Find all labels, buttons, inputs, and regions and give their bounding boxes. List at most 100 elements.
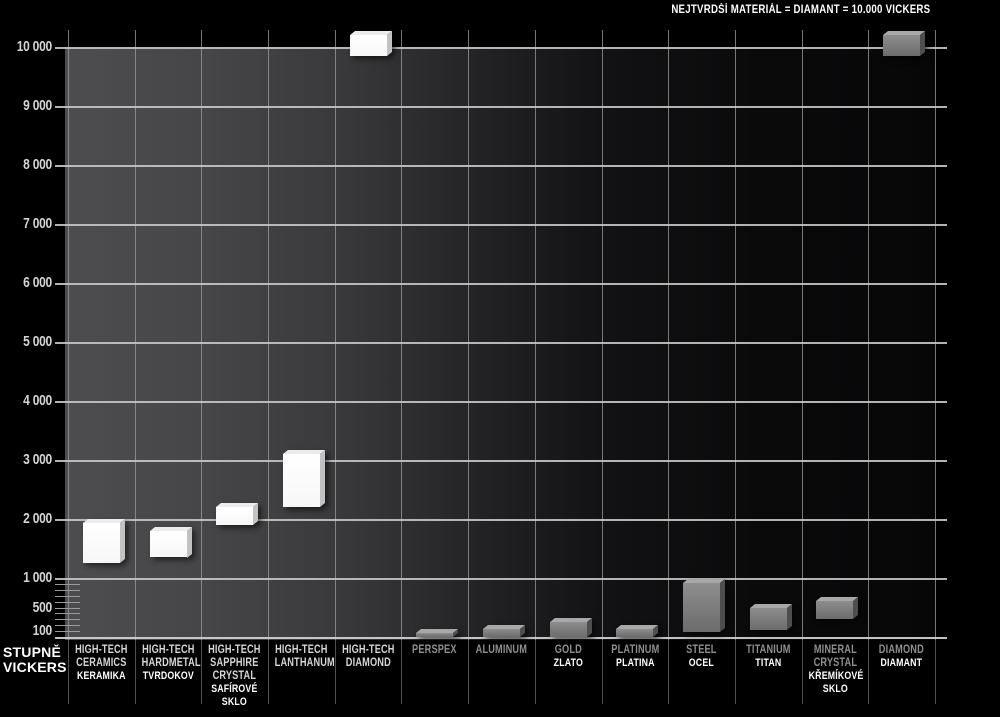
category-label-text: MINERALCRYSTALKŘEMÍKOVÉSKLO: [808, 644, 861, 696]
category-label-titanium: TITANIUMTITAN: [735, 644, 802, 670]
category-czech-line: ZLATO: [542, 657, 595, 670]
category-name-line: TITANIUM: [742, 644, 795, 657]
category-label-aluminum: ALUMINUM: [468, 644, 535, 657]
gridline-horizontal: [55, 401, 947, 403]
y-axis-minor-tick: [55, 590, 80, 591]
gridline-vertical: [68, 30, 69, 640]
gridline-horizontal: [55, 224, 947, 226]
y-axis-title: STUPNĚ VICKERS: [3, 645, 67, 675]
category-label-high-tech-diamond: HIGH-TECHDIAMOND: [335, 644, 402, 670]
category-label-text: HIGH-TECHHARDMETALTVRDOKOV: [141, 644, 194, 683]
y-axis-minor-tick: [55, 619, 80, 620]
bar-front-face: [416, 633, 453, 637]
category-czech-line: SKLO: [208, 696, 261, 709]
category-label-gold: GOLDZLATO: [535, 644, 602, 670]
bar-platinum: [616, 629, 653, 637]
plot-area: [65, 47, 935, 640]
category-label-high-tech-sapphire-crystal: HIGH-TECHSAPPHIRECRYSTALSAFÍROVÉSKLO: [201, 644, 268, 709]
category-name-line: ALUMINUM: [475, 644, 528, 657]
category-czech-line: SAFÍROVÉ: [208, 683, 261, 696]
bar-gold: [550, 622, 587, 637]
y-axis-tick-label: 4 000: [10, 393, 52, 409]
category-name-line: CRYSTAL: [208, 670, 261, 683]
category-label-text: HIGH-TECHLANTHANUM: [275, 644, 328, 670]
bar-high-tech-diamond: [350, 35, 387, 56]
category-czech-line: KŘEMÍKOVÉ: [808, 670, 861, 683]
gridline-horizontal: [55, 47, 947, 49]
y-axis-tick-label: 10 000: [10, 39, 52, 55]
y-axis-tick-label: 6 000: [10, 275, 52, 291]
y-axis-tick-label: 500: [10, 600, 52, 616]
bar-front-face: [550, 622, 587, 637]
category-label-steel: STEELOCEL: [668, 644, 735, 670]
y-axis-tick-label: 2 000: [10, 511, 52, 527]
bar-front-face: [883, 35, 920, 56]
category-label-text: HIGH-TECHCERAMICSKERAMIKA: [75, 644, 128, 683]
category-label-high-tech-ceramics: HIGH-TECHCERAMICSKERAMIKA: [68, 644, 135, 683]
gridline-vertical: [668, 30, 669, 640]
category-label-high-tech-hardmetal: HIGH-TECHHARDMETALTVRDOKOV: [135, 644, 202, 683]
category-name-line: HIGH-TECH: [208, 644, 261, 657]
bar-front-face: [750, 608, 787, 630]
y-axis-tick-label: 7 000: [10, 216, 52, 232]
category-name-line: SAPPHIRE: [208, 657, 261, 670]
category-label-text: GOLDZLATO: [542, 644, 595, 670]
category-name-line: CRYSTAL: [808, 657, 861, 670]
y-axis-tick-label: 100: [10, 623, 52, 639]
bar-steel: [683, 583, 720, 632]
chart-title: NEJTVRDŠÍ MATERIÁL = DIAMANT = 10.000 VI…: [671, 4, 930, 16]
category-name-line: DIAMOND: [341, 657, 394, 670]
gridline-horizontal: [55, 106, 947, 108]
y-axis-minor-tick: [55, 596, 80, 597]
gridline-vertical: [535, 30, 536, 640]
bar-right-face: [587, 618, 592, 637]
category-name-line: HIGH-TECH: [341, 644, 394, 657]
bar-front-face: [616, 629, 653, 637]
bar-right-face: [187, 527, 192, 558]
y-axis-tick-label: 9 000: [10, 98, 52, 114]
category-name-line: HIGH-TECH: [75, 644, 128, 657]
category-name-line: HIGH-TECH: [275, 644, 328, 657]
category-name-line: LANTHANUM: [275, 657, 328, 670]
category-label-text: TITANIUMTITAN: [742, 644, 795, 670]
bar-front-face: [483, 629, 520, 637]
category-czech-line: TVRDOKOV: [141, 670, 194, 683]
y-axis-title-line2: VICKERS: [3, 660, 67, 675]
gridline-horizontal: [55, 342, 947, 344]
category-label-high-tech-lanthanum: HIGH-TECHLANTHANUM: [268, 644, 335, 670]
category-separator: [935, 640, 936, 704]
bar-front-face: [283, 454, 320, 507]
category-name-line: MINERAL: [808, 644, 861, 657]
category-czech-line: SKLO: [808, 683, 861, 696]
bar-high-tech-sapphire-crystal: [216, 507, 253, 525]
category-label-platinum: PLATINUMPLATINA: [602, 644, 669, 670]
category-label-text: ALUMINUM: [475, 644, 528, 657]
bar-aluminum: [483, 629, 520, 637]
y-axis-title-line1: STUPNĚ: [3, 645, 67, 660]
gridline-vertical: [401, 30, 402, 640]
category-name-line: CERAMICS: [75, 657, 128, 670]
bar-perspex: [416, 633, 453, 637]
bar-front-face: [683, 583, 720, 632]
category-label-diamond: DIAMONDDIAMANT: [868, 644, 935, 670]
category-name-line: DIAMOND: [875, 644, 928, 657]
bar-titanium: [750, 608, 787, 630]
bar-mineral-crystal: [816, 601, 853, 619]
category-label-mineral-crystal: MINERALCRYSTALKŘEMÍKOVÉSKLO: [802, 644, 869, 696]
gridline-horizontal: [55, 578, 947, 580]
bar-right-face: [720, 579, 725, 632]
gridline-vertical: [802, 30, 803, 640]
bar-front-face: [150, 531, 187, 558]
category-label-text: HIGH-TECHSAPPHIRECRYSTALSAFÍROVÉSKLO: [208, 644, 261, 709]
category-label-text: STEELOCEL: [675, 644, 728, 670]
x-axis-line: [55, 637, 947, 639]
category-name-line: HIGH-TECH: [141, 644, 194, 657]
category-label-perspex: PERSPEX: [401, 644, 468, 657]
bar-front-face: [83, 523, 120, 563]
category-name-line: STEEL: [675, 644, 728, 657]
gridline-vertical: [268, 30, 269, 640]
gridline-vertical: [868, 30, 869, 640]
y-axis-minor-tick: [55, 584, 80, 585]
category-label-text: PLATINUMPLATINA: [608, 644, 661, 670]
y-axis-minor-tick: [55, 613, 80, 614]
